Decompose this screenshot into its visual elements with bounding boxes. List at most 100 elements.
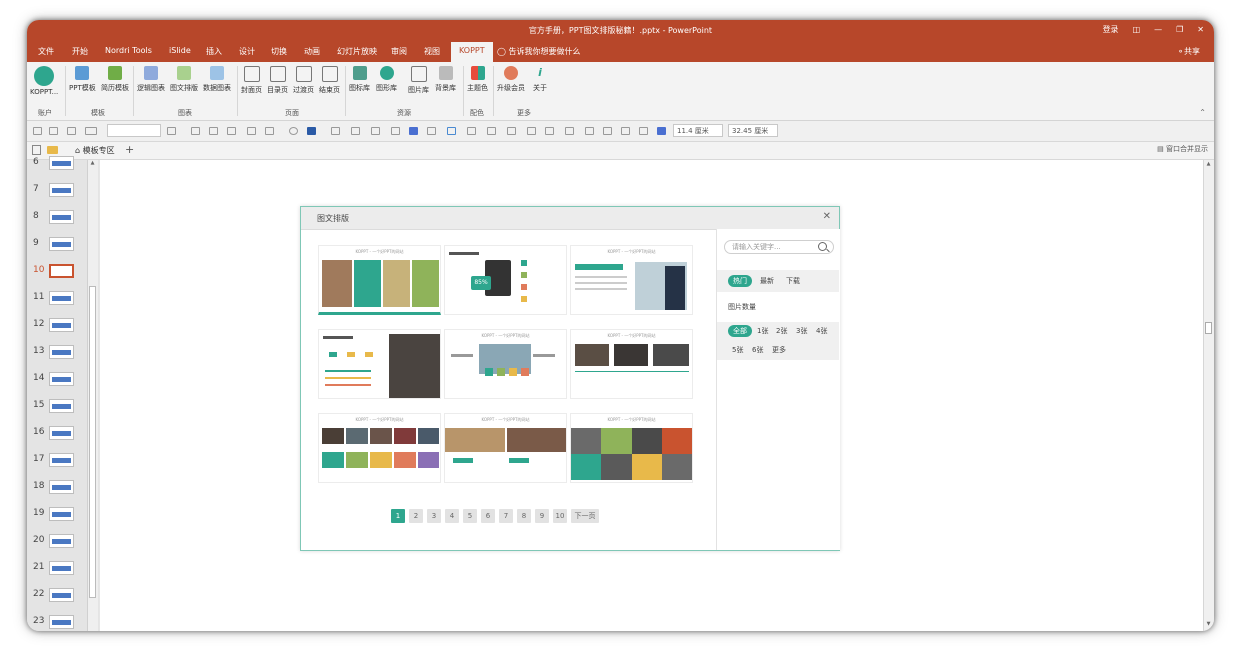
tell-me-box[interactable]: ◯ 告诉我你想要做什么: [497, 46, 581, 57]
tab-koppt[interactable]: KOPPT: [451, 42, 493, 62]
toolbar-icon[interactable]: [351, 127, 360, 135]
ribbon-display-icon[interactable]: ◫: [1133, 25, 1141, 34]
height-input[interactable]: 32.45 厘米: [728, 124, 778, 137]
resume-template-button[interactable]: 简历模板: [101, 66, 129, 93]
page-button[interactable]: 2: [409, 509, 423, 523]
slide-thumbnail[interactable]: 7: [27, 179, 87, 206]
chart-icon[interactable]: [409, 127, 418, 135]
slide-thumbnail[interactable]: 18: [27, 476, 87, 503]
image-text-layout-button[interactable]: 图文排版: [170, 66, 198, 93]
slide-thumbnail[interactable]: 13: [27, 341, 87, 368]
slide-thumbnail[interactable]: 6: [27, 152, 87, 179]
tab-transitions[interactable]: 切换: [271, 46, 287, 57]
upgrade-member-button[interactable]: 升级会员: [497, 66, 525, 93]
template-card[interactable]: KOPPT - 一个好PPT的网站: [444, 413, 567, 483]
count-all[interactable]: 全部: [728, 325, 752, 337]
grid-icon[interactable]: [657, 127, 666, 135]
toolbar-icon[interactable]: [85, 127, 97, 135]
sort-tab-latest[interactable]: 最新: [760, 275, 774, 287]
transition-page-button[interactable]: 过渡页: [293, 66, 314, 95]
toolbar-icon[interactable]: [427, 127, 436, 135]
template-card[interactable]: KOPPT - 一个好PPT的网站: [444, 329, 567, 399]
canvas-scroll-thumb[interactable]: [1205, 322, 1212, 334]
close-icon[interactable]: ✕: [1197, 25, 1204, 34]
toolbar-icon[interactable]: [621, 127, 630, 135]
slide-thumbnail[interactable]: 11: [27, 287, 87, 314]
theme-color-button[interactable]: 主题色: [467, 66, 488, 93]
tab-slideshow[interactable]: 幻灯片放映: [337, 46, 377, 57]
next-page-button[interactable]: 下一页: [571, 509, 599, 523]
tab-islide[interactable]: iSlide: [169, 46, 191, 55]
slide-thumbnail[interactable]: 17: [27, 449, 87, 476]
toolbar-icon[interactable]: [565, 127, 574, 135]
toolbar-icon[interactable]: [191, 127, 200, 135]
page-button[interactable]: 8: [517, 509, 531, 523]
count-more[interactable]: 更多: [772, 344, 786, 356]
page-button[interactable]: 3: [427, 509, 441, 523]
slide-thumbnail[interactable]: 16: [27, 422, 87, 449]
slide-thumbnail-active[interactable]: 10: [27, 260, 87, 287]
slide-thumbnail[interactable]: 15: [27, 395, 87, 422]
slide-thumbnail[interactable]: 9: [27, 233, 87, 260]
slide-thumbnail[interactable]: 19: [27, 503, 87, 530]
tab-animations[interactable]: 动画: [304, 46, 320, 57]
font-select[interactable]: [107, 124, 161, 137]
toolbar-icon[interactable]: [391, 127, 400, 135]
background-library-button[interactable]: 背景库: [435, 66, 456, 93]
tab-nordri-tools[interactable]: Nordri Tools: [105, 46, 152, 55]
tab-design[interactable]: 设计: [239, 46, 255, 57]
close-icon[interactable]: ✕: [823, 211, 831, 222]
canvas-scrollbar[interactable]: ▲ ▼: [1203, 160, 1214, 631]
toolbar-icon[interactable]: [545, 127, 554, 135]
page-button[interactable]: 5: [463, 509, 477, 523]
count-2[interactable]: 2张: [776, 325, 787, 337]
slide-thumbnail[interactable]: 8: [27, 206, 87, 233]
template-card[interactable]: KOPPT - 一个好PPT的网站: [570, 329, 693, 399]
slide-thumbnail[interactable]: 20: [27, 530, 87, 557]
slide-thumbnail[interactable]: 14: [27, 368, 87, 395]
koppt-account-button[interactable]: KOPPT...: [30, 66, 58, 96]
template-card[interactable]: KOPPT - 一个好PPT的网站: [570, 245, 693, 315]
page-button[interactable]: 4: [445, 509, 459, 523]
add-tab-button[interactable]: +: [125, 143, 134, 157]
merge-windows-button[interactable]: ▤ 窗口合并显示: [1157, 144, 1208, 154]
tab-review[interactable]: 审阅: [391, 46, 407, 57]
tab-file[interactable]: 文件: [38, 46, 54, 57]
count-5[interactable]: 5张: [732, 344, 743, 356]
icon-library-button[interactable]: 图标库: [349, 66, 370, 93]
tab-view[interactable]: 视图: [424, 46, 440, 57]
share-button[interactable]: ⚬共享: [1177, 46, 1200, 57]
toolbar-icon[interactable]: [49, 127, 58, 135]
toc-page-button[interactable]: 目录页: [267, 66, 288, 95]
template-card[interactable]: [318, 329, 441, 399]
slide-thumbnail[interactable]: 23: [27, 611, 87, 631]
search-icon[interactable]: [818, 242, 827, 251]
picture-library-button[interactable]: 图片库: [408, 66, 429, 95]
count-6[interactable]: 6张: [752, 344, 763, 356]
toolbar-icon[interactable]: [209, 127, 218, 135]
toolbar-icon[interactable]: [67, 127, 76, 135]
cover-page-button[interactable]: 封面页: [241, 66, 262, 95]
toolbar-icon[interactable]: [447, 127, 456, 135]
data-chart-button[interactable]: 数据图表: [203, 66, 231, 93]
collapse-ribbon-icon[interactable]: ⌃: [1199, 108, 1206, 117]
about-button[interactable]: i 关于: [533, 66, 547, 93]
restore-icon[interactable]: ❐: [1176, 25, 1183, 34]
shape-library-button[interactable]: 图形库: [376, 66, 397, 93]
page-button-active[interactable]: 1: [391, 509, 405, 523]
thumbnail-scrollbar[interactable]: ▲: [87, 160, 98, 631]
toolbar-icon[interactable]: [487, 127, 496, 135]
page-button[interactable]: 9: [535, 509, 549, 523]
template-card[interactable]: KOPPT - 一个好PPT的网站: [318, 413, 441, 483]
toolbar-icon[interactable]: [167, 127, 176, 135]
ppt-template-button[interactable]: PPT模板: [69, 66, 96, 93]
tab-insert[interactable]: 插入: [206, 46, 222, 57]
end-page-button[interactable]: 结束页: [319, 66, 340, 95]
toolbar-icon[interactable]: [371, 127, 380, 135]
toolbar-icon[interactable]: [639, 127, 648, 135]
count-4[interactable]: 4张: [816, 325, 827, 337]
toolbar-icon[interactable]: [467, 127, 476, 135]
scroll-down-icon[interactable]: ▼: [1205, 621, 1212, 629]
toolbar-icon[interactable]: [227, 127, 236, 135]
page-button[interactable]: 10: [553, 509, 567, 523]
